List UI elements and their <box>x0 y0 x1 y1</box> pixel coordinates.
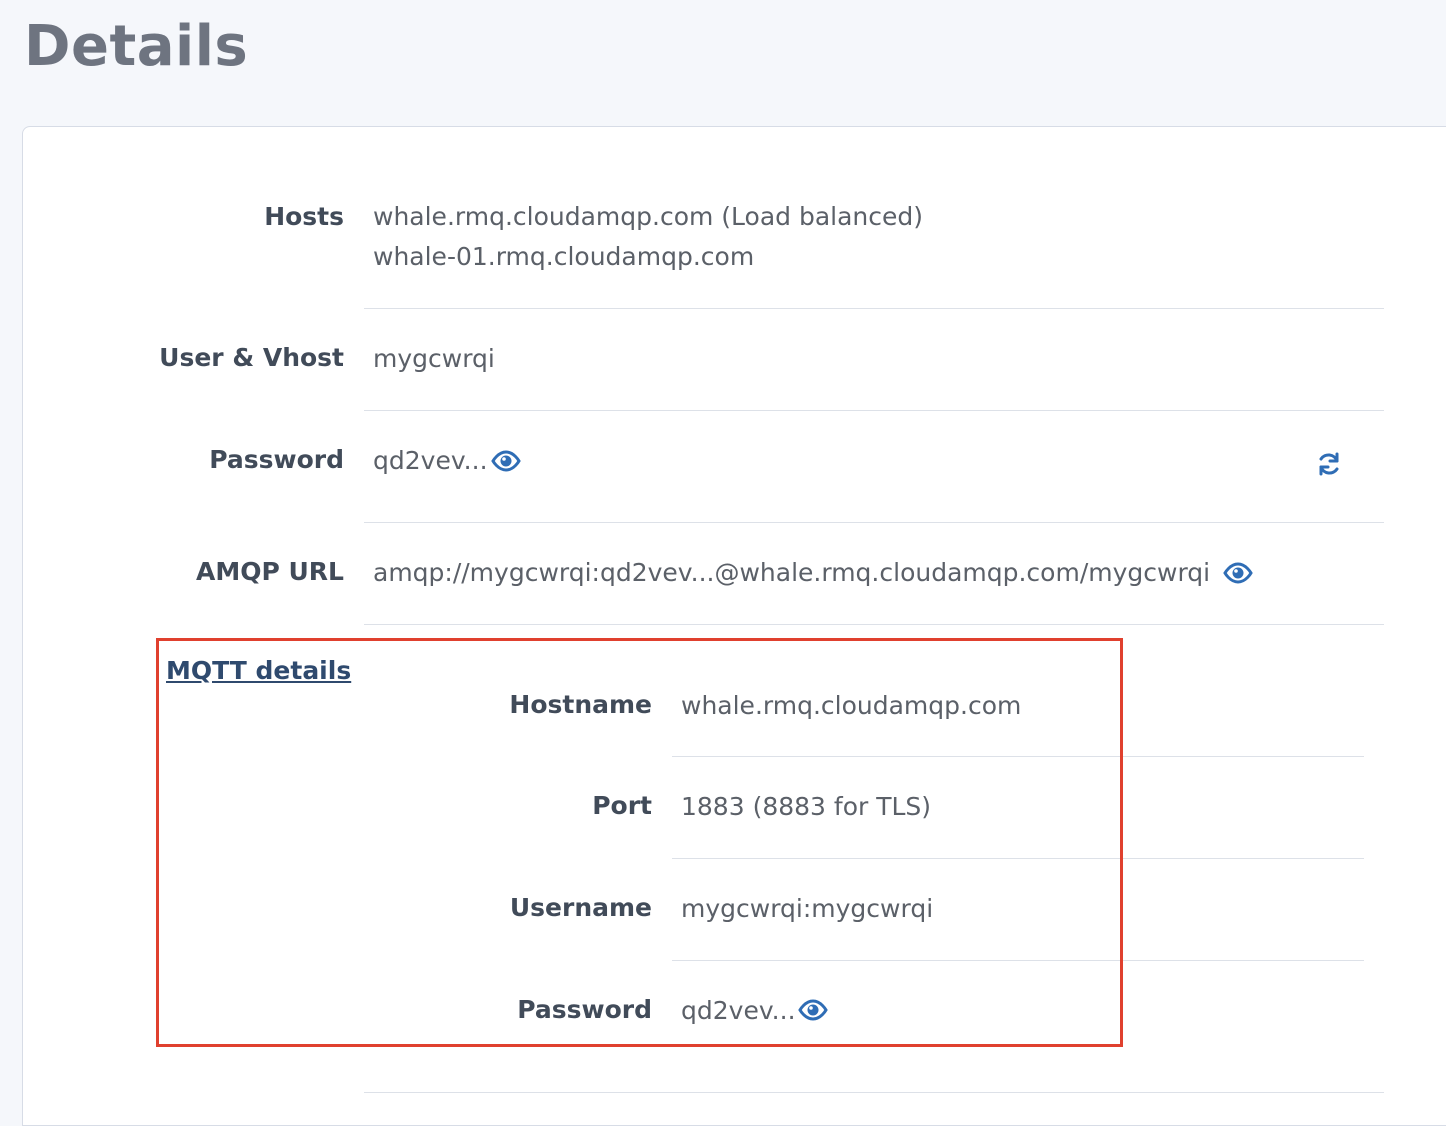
mqtt-port-value: 1883 (8883 for TLS) <box>681 792 932 821</box>
amqp-url-value: amqp://mygcwrqi:qd2vev...@whale.rmq.clou… <box>373 558 1211 587</box>
divider <box>364 624 1384 625</box>
divider <box>364 410 1384 411</box>
host-secondary: whale-01.rmq.cloudamqp.com <box>373 242 755 271</box>
amqp-url-label: AMQP URL <box>196 557 344 586</box>
mqtt-username-value: mygcwrqi:mygcwrqi <box>681 894 934 923</box>
page-title: Details <box>24 14 249 79</box>
eye-icon[interactable] <box>490 449 522 473</box>
eye-icon[interactable] <box>1222 561 1254 585</box>
user-vhost-label: User & Vhost <box>159 343 344 372</box>
refresh-icon[interactable] <box>1315 450 1343 478</box>
password-value: qd2vev... <box>373 446 488 475</box>
host-primary: whale.rmq.cloudamqp.com (Load balanced) <box>373 202 924 231</box>
eye-icon[interactable] <box>797 998 829 1022</box>
user-vhost-value: mygcwrqi <box>373 344 495 373</box>
mqtt-port-label: Port <box>592 791 652 820</box>
details-card <box>22 126 1446 1126</box>
mqtt-hostname-label: Hostname <box>509 690 652 719</box>
mqtt-hostname-value: whale.rmq.cloudamqp.com <box>681 691 1022 720</box>
mqtt-username-label: Username <box>509 893 652 922</box>
mqtt-details-link[interactable]: MQTT details <box>166 656 351 685</box>
divider <box>672 756 1364 757</box>
divider <box>672 960 1364 961</box>
mqtt-password-label: Password <box>517 995 652 1024</box>
password-label: Password <box>209 445 344 474</box>
divider <box>364 308 1384 309</box>
divider <box>672 858 1364 859</box>
divider <box>364 1092 1384 1093</box>
hosts-label: Hosts <box>264 202 344 231</box>
divider <box>364 522 1384 523</box>
mqtt-password-value: qd2vev... <box>681 996 796 1025</box>
